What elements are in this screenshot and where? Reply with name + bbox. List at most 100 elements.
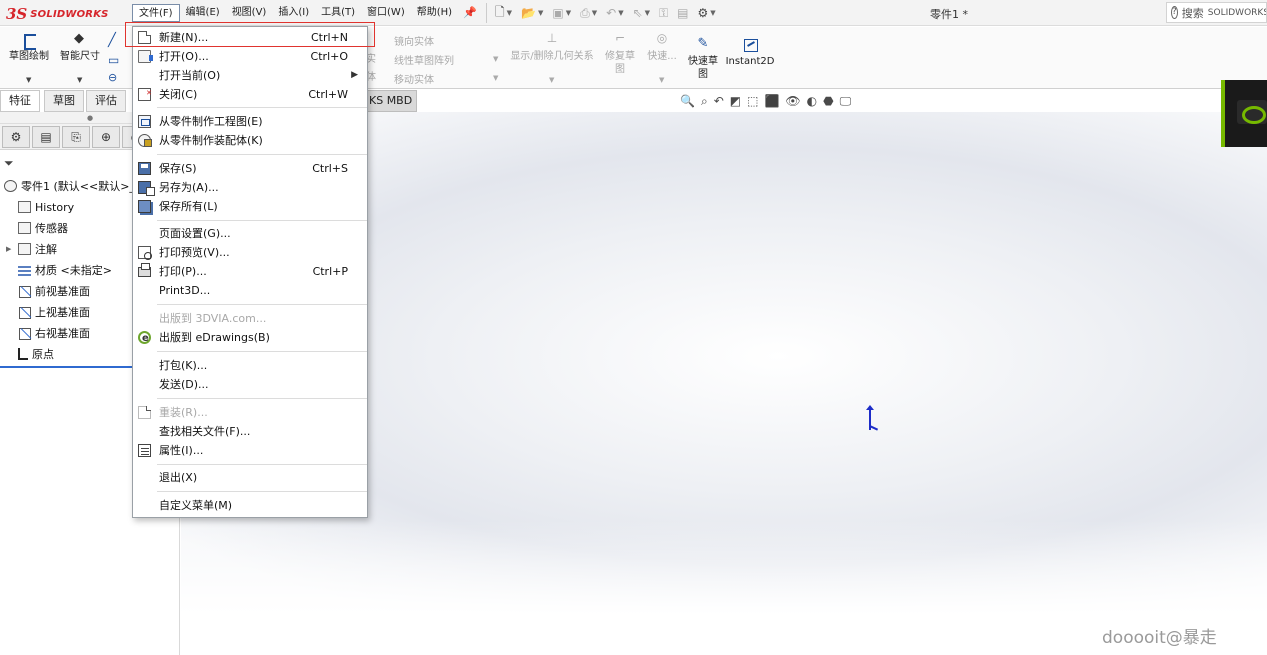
repair-sketch-button[interactable]: ⌐ 修复草 图 bbox=[602, 32, 638, 76]
reload-icon bbox=[138, 406, 151, 419]
menu-item-make-assembly[interactable]: 从零件制作装配体(K) bbox=[133, 131, 367, 150]
menu-tools[interactable]: 工具(T) bbox=[315, 4, 361, 22]
sketch-icon bbox=[20, 32, 38, 50]
smart-dimension-button[interactable]: 智能尺寸 bbox=[57, 32, 103, 63]
tree-item-label: 传感器 bbox=[35, 222, 68, 235]
menu-item-close[interactable]: 关闭(C) Ctrl+W bbox=[133, 84, 367, 104]
feature-manager-tab-icon[interactable]: ⚙ bbox=[2, 126, 30, 148]
menu-item-label: 自定义菜单(M) bbox=[159, 499, 233, 512]
tree-item-label: 前视基准面 bbox=[35, 285, 90, 298]
menu-item-label: 另存为(A)... bbox=[159, 181, 219, 194]
menu-insert[interactable]: 插入(I) bbox=[272, 4, 315, 22]
search-scope: SOLIDWORKS bbox=[1207, 7, 1267, 18]
display-style-icon[interactable]: ⬛ bbox=[764, 94, 779, 109]
save-icon bbox=[138, 162, 151, 175]
menu-item-exit[interactable]: 退出(X) bbox=[133, 468, 367, 487]
sketch-button[interactable]: 草图绘制 bbox=[6, 32, 52, 63]
tab-features[interactable]: 特征 bbox=[0, 90, 40, 112]
pin-icon[interactable]: 📌 bbox=[463, 6, 477, 19]
print-preview-icon bbox=[138, 246, 152, 260]
solidworks-logo[interactable]: 3S SOLIDWORKS bbox=[6, 3, 116, 25]
menu-item-open[interactable]: 打开(O)... Ctrl+O bbox=[133, 47, 367, 66]
open-icon[interactable]: 📂 ▼ bbox=[521, 6, 543, 20]
chevron-down-icon[interactable]: ▼ bbox=[659, 76, 664, 84]
filter-icon[interactable]: ⏷ bbox=[4, 156, 14, 171]
menu-item-properties[interactable]: 属性(I)... bbox=[133, 441, 367, 460]
tree-item-label: History bbox=[35, 201, 75, 214]
property-manager-tab-icon[interactable]: ▤ bbox=[32, 126, 60, 148]
view-settings-icon[interactable]: 🖵 bbox=[840, 94, 852, 109]
menu-view[interactable]: 视图(V) bbox=[226, 4, 273, 22]
zoom-fit-icon[interactable]: 🔍 bbox=[680, 94, 695, 109]
menu-separator bbox=[157, 107, 367, 108]
linear-pattern-button[interactable]: 线性草图阵列 bbox=[394, 52, 454, 67]
annotation-highlight-box bbox=[125, 22, 375, 47]
nvidia-overlay[interactable] bbox=[1221, 80, 1267, 147]
menu-item-save-as[interactable]: 另存为(A)... bbox=[133, 178, 367, 197]
expand-arrow-icon[interactable]: ▶ bbox=[6, 239, 11, 260]
menu-help[interactable]: 帮助(H) bbox=[411, 4, 458, 22]
part-icon bbox=[4, 180, 17, 192]
menu-item-send[interactable]: 发送(D)... bbox=[133, 375, 367, 394]
tab-evaluate[interactable]: 评估 bbox=[86, 90, 126, 112]
menu-item-open-current[interactable]: 打开当前(O) ▶ bbox=[133, 66, 367, 85]
print-icon[interactable]: ⎙ ▼ bbox=[580, 6, 597, 21]
heads-up-toolbar: 🔍 ⌕ ↶ ◩ ⬚ ⬛ 👁 ◐ ⬣ 🖵 bbox=[680, 94, 851, 109]
chevron-down-icon[interactable]: ▼ bbox=[493, 74, 498, 82]
appearance-icon[interactable]: ◐ bbox=[807, 94, 817, 109]
rectangle-icon[interactable]: ▭ bbox=[108, 53, 119, 67]
menu-file[interactable]: 文件(F) bbox=[132, 4, 180, 22]
menu-item-print[interactable]: 打印(P)... Ctrl+P bbox=[133, 262, 367, 281]
tab-sketch[interactable]: 草图 bbox=[44, 90, 84, 112]
rebuild-icon[interactable]: ⚿ bbox=[659, 6, 668, 21]
menu-separator bbox=[157, 491, 367, 492]
instant2d-button[interactable]: Instant2D bbox=[725, 37, 775, 68]
dimxpert-tab-icon[interactable]: ⊕ bbox=[92, 126, 120, 148]
view-orientation-icon[interactable]: ⬚ bbox=[747, 94, 758, 109]
move-entities-button[interactable]: 移动实体 bbox=[394, 71, 434, 86]
quick-snaps-label: 快速... bbox=[647, 51, 677, 62]
mirror-entities-button[interactable]: 镜向实体 bbox=[394, 33, 434, 48]
chevron-down-icon[interactable]: ▼ bbox=[77, 76, 82, 84]
menu-item-shortcut: Ctrl+S bbox=[312, 162, 348, 175]
menu-window[interactable]: 窗口(W) bbox=[361, 4, 411, 22]
menu-edit[interactable]: 编辑(E) bbox=[180, 4, 226, 22]
menu-item-make-drawing[interactable]: 从零件制作工程图(E) bbox=[133, 112, 367, 131]
hide-show-icon[interactable]: 👁 bbox=[785, 94, 800, 109]
menu-item-save[interactable]: 保存(S) Ctrl+S bbox=[133, 159, 367, 178]
slot-icon[interactable]: ⊖ bbox=[108, 71, 117, 84]
file-props-icon[interactable]: ▤ bbox=[677, 6, 688, 20]
chevron-down-icon[interactable]: ▼ bbox=[549, 76, 554, 84]
show-relations-button[interactable]: ⊥ 显示/删除几何关系 bbox=[506, 32, 598, 63]
previous-view-icon[interactable]: ↶ bbox=[714, 94, 724, 109]
menu-item-save-all[interactable]: 保存所有(L) bbox=[133, 197, 367, 216]
select-icon[interactable]: ⇖ ▼ bbox=[633, 6, 650, 20]
assembly-icon bbox=[138, 134, 152, 147]
zoom-area-icon[interactable]: ⌕ bbox=[701, 94, 708, 109]
gear-icon[interactable]: ⚙ ▼ bbox=[698, 6, 716, 20]
origin-icon bbox=[18, 348, 28, 360]
new-icon[interactable]: 🗋 ▼ bbox=[495, 3, 512, 24]
menu-item-find-references[interactable]: 查找相关文件(F)... bbox=[133, 422, 367, 441]
menu-item-publish-3dvia: 出版到 3DVIA.com... bbox=[133, 309, 367, 328]
quick-snaps-button[interactable]: ◎ 快速... bbox=[644, 32, 680, 63]
menu-item-publish-edrawings[interactable]: 出版到 eDrawings(B) bbox=[133, 328, 367, 348]
rapid-sketch-button[interactable]: ✎ 快速草 图 bbox=[685, 37, 721, 81]
tab-mbd[interactable]: KS MBD bbox=[365, 90, 417, 112]
search-box[interactable]: ? 搜索 SOLIDWORKS bbox=[1166, 2, 1267, 23]
undo-icon[interactable]: ↶ ▼ bbox=[606, 6, 623, 20]
menu-item-pack-and-go[interactable]: 打包(K)... bbox=[133, 356, 367, 375]
scene-icon[interactable]: ⬣ bbox=[823, 94, 833, 109]
menu-item-print3d[interactable]: Print3D... bbox=[133, 281, 367, 300]
section-view-icon[interactable]: ◩ bbox=[730, 94, 741, 109]
menu-item-print-preview[interactable]: 打印预览(V)... bbox=[133, 243, 367, 262]
chevron-down-icon[interactable]: ▼ bbox=[493, 55, 498, 63]
menu-item-page-setup[interactable]: 页面设置(G)... bbox=[133, 224, 367, 243]
save-icon[interactable]: ▣ ▼ bbox=[552, 6, 571, 20]
submenu-arrow-icon: ▶ bbox=[351, 70, 358, 80]
help-icon[interactable]: ? bbox=[1171, 6, 1178, 19]
configuration-manager-tab-icon[interactable]: ⎘ bbox=[62, 126, 90, 148]
menu-item-customize-menu[interactable]: 自定义菜单(M) bbox=[133, 496, 367, 515]
line-icon[interactable]: ╱ bbox=[108, 33, 116, 48]
chevron-down-icon[interactable]: ▼ bbox=[26, 76, 31, 84]
